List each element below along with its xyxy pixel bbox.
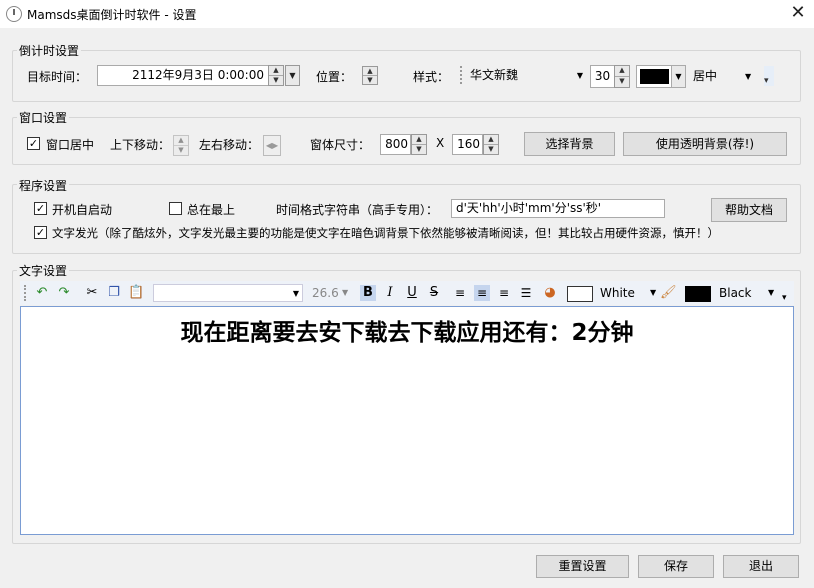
back-color-name: Black — [719, 286, 752, 300]
toolbar-overflow-icon[interactable]: ▾ — [764, 66, 774, 86]
spin-down-icon[interactable]: ▼ — [269, 76, 283, 86]
height-input[interactable]: 160 — [452, 134, 483, 155]
toolbar-grip — [24, 285, 27, 301]
font-size-value: 26.6 — [312, 286, 339, 300]
width-input[interactable]: 800 — [380, 134, 411, 155]
position-label: 位置： — [316, 70, 353, 84]
autostart-checkbox[interactable]: ✓ — [34, 202, 47, 215]
window-title: Mamsds桌面倒计时软件 - 设置 — [27, 8, 197, 22]
window-settings-legend: 窗口设置 — [17, 109, 70, 126]
horizontal-move-spinner[interactable]: ◀▶ — [263, 135, 281, 156]
align-left-icon[interactable]: ≡ — [452, 285, 468, 301]
strikethrough-icon[interactable]: S — [426, 285, 442, 301]
countdown-text: 现在距离要去安下载去下载应用还有：2分钟 — [180, 320, 634, 346]
copy-icon[interactable]: ❐ — [106, 285, 122, 301]
clock-icon — [6, 6, 22, 22]
time-format-input[interactable]: d'天'hh'小时'mm'分'ss'秒' — [451, 199, 665, 218]
program-settings-legend: 程序设置 — [17, 177, 70, 194]
countdown-settings-legend: 倒计时设置 — [17, 42, 82, 59]
bold-icon[interactable]: B — [360, 285, 376, 301]
chevron-down-icon[interactable]: ▼ — [768, 285, 774, 301]
font-size-combo[interactable]: 26.6 ▼ — [308, 284, 352, 302]
chevron-down-icon[interactable]: ▼ — [745, 65, 751, 88]
spin-down-icon[interactable]: ▼ — [484, 145, 498, 155]
text-settings-legend: 文字设置 — [17, 262, 70, 279]
horizontal-move-label: 左右移动： — [199, 138, 260, 152]
font-name-value: 华文新魏 — [470, 68, 519, 82]
target-time-input[interactable]: 2112年9月3日 0:00:00 — [97, 65, 269, 86]
choose-background-button[interactable]: 选择背景 — [524, 132, 615, 156]
settings-client-area: 倒计时设置 目标时间： 2112年9月3日 0:00:00 ▲ ▼ ▼ 位置： … — [0, 28, 814, 588]
font-name-select[interactable]: 华文新魏 ▼ — [466, 65, 586, 86]
palette-icon[interactable]: ◕ — [542, 285, 558, 301]
spin-up-icon[interactable]: ▲ — [363, 67, 377, 76]
target-time-dropdown[interactable]: ▼ — [285, 65, 300, 86]
style-label: 样式： — [413, 70, 450, 84]
spin-up-icon[interactable]: ▲ — [412, 135, 426, 145]
center-window-label: 窗口居中 — [46, 138, 95, 152]
always-on-top-checkbox[interactable] — [169, 202, 182, 215]
size-separator: X — [436, 136, 445, 150]
font-family-combo[interactable]: ▼ — [153, 284, 303, 302]
text-glow-checkbox[interactable]: ✓ — [34, 226, 47, 239]
time-format-label: 时间格式字符串（高手专用）： — [276, 203, 439, 217]
title-bar: Mamsds桌面倒计时软件 - 设置 ✕ — [0, 0, 814, 28]
color-swatch — [640, 69, 669, 84]
spin-down-icon[interactable]: ▼ — [615, 77, 629, 88]
align-justify-icon[interactable]: ☰ — [518, 285, 534, 301]
vertical-move-label: 上下移动： — [110, 138, 171, 152]
target-time-spinner[interactable]: ▲ ▼ — [268, 65, 284, 86]
width-spinner[interactable]: ▲ ▼ — [411, 134, 427, 155]
close-button[interactable]: ✕ — [786, 2, 810, 24]
reset-settings-button[interactable]: 重置设置 — [536, 555, 629, 578]
save-button[interactable]: 保存 — [638, 555, 714, 578]
font-size-spinner[interactable]: ▲ ▼ — [614, 65, 630, 88]
spin-up-icon[interactable]: ▲ — [174, 136, 188, 146]
transparent-background-button[interactable]: 使用透明背景(荐!) — [623, 132, 787, 156]
redo-icon[interactable]: ↷ — [56, 285, 72, 301]
underline-icon[interactable]: U — [404, 285, 420, 301]
spin-up-icon[interactable]: ▲ — [269, 66, 283, 76]
vertical-move-spinner[interactable]: ▲ ▼ — [173, 135, 189, 156]
cut-icon[interactable]: ✂ — [84, 285, 100, 301]
text-format-toolbar: ↶ ↷ ✂ ❐ 📋 ▼ 26.6 ▼ B I U S ≡ ≡ ≡ ☰ ◕ Whi… — [20, 281, 794, 305]
chevron-down-icon[interactable]: ▼ — [577, 65, 583, 86]
always-on-top-label: 总在最上 — [187, 203, 236, 217]
paste-icon[interactable]: 📋 — [128, 285, 144, 301]
autostart-label: 开机自启动 — [52, 203, 113, 217]
toolbar-grip — [460, 66, 463, 84]
window-size-label: 窗体尺寸： — [310, 138, 371, 152]
rich-text-editor[interactable]: 现在距离要去安下载去下载应用还有：2分钟 — [20, 306, 794, 535]
color-picker[interactable]: ▼ — [636, 65, 686, 88]
undo-icon[interactable]: ↶ — [34, 285, 50, 301]
chevron-down-icon[interactable]: ▼ — [650, 285, 656, 301]
position-spinner[interactable]: ▲ ▼ — [362, 66, 378, 85]
spin-down-icon[interactable]: ▼ — [174, 146, 188, 156]
chevron-down-icon[interactable]: ▼ — [671, 66, 685, 87]
spin-up-icon[interactable]: ▲ — [484, 135, 498, 145]
fore-color-swatch — [567, 286, 593, 302]
chevron-down-icon[interactable]: ▼ — [342, 284, 348, 302]
spin-down-icon[interactable]: ▼ — [412, 145, 426, 155]
italic-icon[interactable]: I — [382, 285, 398, 301]
fore-color-name: White — [600, 286, 635, 300]
brush-icon[interactable]: 🖌 — [660, 285, 677, 301]
help-docs-button[interactable]: 帮助文档 — [711, 198, 787, 222]
font-size-input[interactable]: 30 — [590, 65, 615, 88]
text-glow-label: 文字发光（除了酷炫外，文字发光最主要的功能是使文字在暗色调背景下依然能够被清晰阅… — [52, 226, 719, 240]
spin-down-icon[interactable]: ▼ — [363, 76, 377, 85]
spin-up-icon[interactable]: ▲ — [615, 66, 629, 77]
align-right-icon[interactable]: ≡ — [496, 285, 512, 301]
alignment-select[interactable]: 居中 ▼ — [690, 65, 756, 88]
alignment-value: 居中 — [693, 69, 718, 83]
center-window-checkbox[interactable]: ✓ — [27, 137, 40, 150]
height-spinner[interactable]: ▲ ▼ — [483, 134, 499, 155]
exit-button[interactable]: 退出 — [723, 555, 799, 578]
back-color-swatch — [685, 286, 711, 302]
target-time-label: 目标时间： — [27, 70, 88, 84]
align-center-icon[interactable]: ≡ — [474, 285, 490, 301]
chevron-down-icon[interactable]: ▼ — [293, 286, 299, 302]
program-settings-group — [12, 184, 801, 254]
